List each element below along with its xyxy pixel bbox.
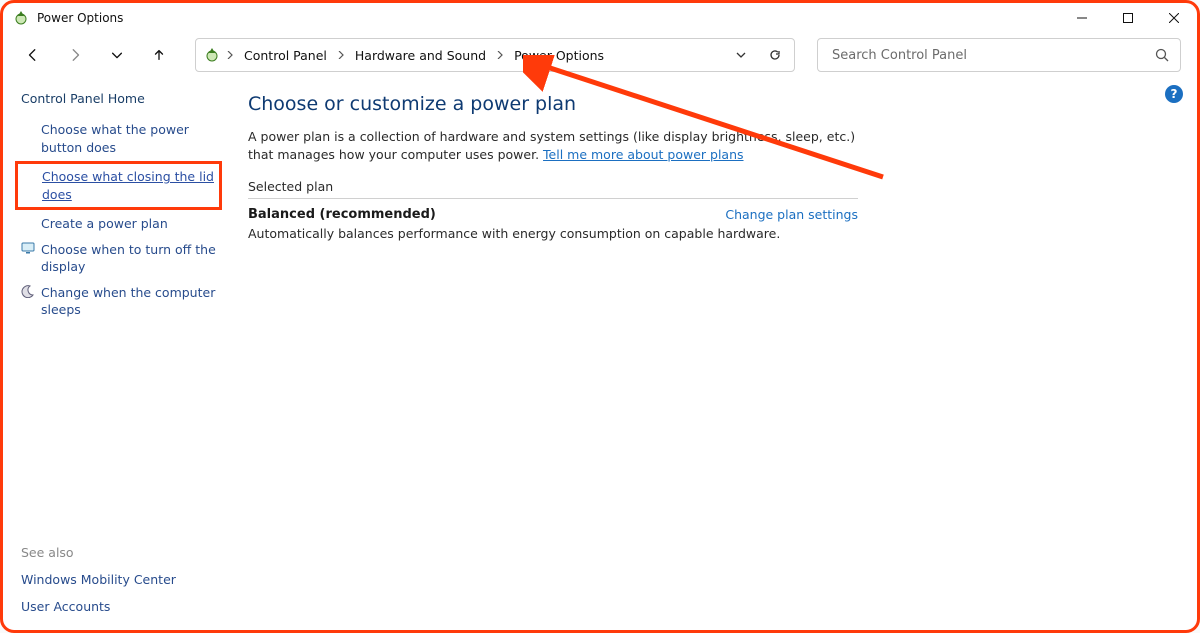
back-button[interactable]: [15, 37, 51, 73]
minimize-button[interactable]: [1059, 3, 1105, 33]
search-input[interactable]: [830, 47, 1154, 64]
breadcrumb-power-options[interactable]: Power Options: [510, 40, 608, 70]
page-heading: Choose or customize a power plan: [248, 93, 1167, 115]
display-icon: [21, 241, 35, 255]
window-title: Power Options: [37, 11, 123, 25]
power-plan: Balanced (recommended) Change plan setti…: [248, 207, 858, 241]
refresh-button[interactable]: [760, 40, 790, 70]
control-panel-home-link[interactable]: Control Panel Home: [19, 81, 222, 118]
breadcrumb-control-panel[interactable]: Control Panel: [240, 40, 331, 70]
sidebar-item-label: Choose what the power button does: [41, 121, 222, 156]
side-pane: Control Panel Home Choose what the power…: [3, 77, 228, 630]
forward-button[interactable]: [57, 37, 93, 73]
window-controls: [1059, 3, 1197, 33]
main-pane: Choose or customize a power plan A power…: [228, 77, 1197, 630]
sidebar-item-create-plan[interactable]: Create a power plan: [19, 212, 222, 236]
sidebar-item-turn-off-display[interactable]: Choose when to turn off the display: [19, 238, 222, 279]
learn-more-link[interactable]: Tell me more about power plans: [543, 147, 743, 162]
search-box[interactable]: [817, 38, 1181, 72]
app-icon: [13, 10, 29, 26]
titlebar: Power Options: [3, 3, 1197, 33]
address-bar[interactable]: Control Panel Hardware and Sound Power O…: [195, 38, 795, 72]
plan-name: Balanced (recommended): [248, 207, 436, 222]
sidebar-item-label: Choose when to turn off the display: [41, 241, 222, 276]
page-description: A power plan is a collection of hardware…: [248, 128, 868, 166]
navigation-toolbar: Control Panel Hardware and Sound Power O…: [3, 33, 1197, 77]
sidebar-item-label: Change when the computer sleeps: [41, 284, 222, 319]
content-area: Control Panel Home Choose what the power…: [3, 77, 1197, 630]
sidebar-item-power-button[interactable]: Choose what the power button does: [19, 118, 222, 159]
see-also-user-accounts[interactable]: User Accounts: [21, 599, 222, 614]
close-button[interactable]: [1151, 3, 1197, 33]
chevron-right-icon[interactable]: [224, 51, 236, 59]
breadcrumb-hardware-and-sound[interactable]: Hardware and Sound: [351, 40, 490, 70]
location-icon: [204, 47, 220, 63]
plan-description: Automatically balances performance with …: [248, 226, 858, 241]
sidebar-item-label: Create a power plan: [41, 215, 168, 233]
bullet-icon: [21, 215, 35, 229]
see-also-mobility-center[interactable]: Windows Mobility Center: [21, 572, 222, 587]
see-also-header: See also: [21, 545, 222, 560]
maximize-button[interactable]: [1105, 3, 1151, 33]
address-dropdown-button[interactable]: [726, 40, 756, 70]
up-button[interactable]: [141, 37, 177, 73]
chevron-right-icon[interactable]: [335, 51, 347, 59]
chevron-right-icon[interactable]: [494, 51, 506, 59]
sidebar-item-closing-lid[interactable]: Choose what closing the lid does: [15, 161, 222, 210]
power-options-window: Power Options Control Panel Hardware: [0, 0, 1200, 633]
search-icon: [1154, 47, 1170, 63]
bullet-icon: [22, 168, 36, 182]
recent-locations-button[interactable]: [99, 37, 135, 73]
moon-icon: [21, 284, 35, 298]
sidebar-item-label: Choose what closing the lid does: [42, 168, 215, 203]
change-plan-settings-link[interactable]: Change plan settings: [725, 207, 858, 222]
selected-plan-header: Selected plan: [248, 179, 858, 199]
sidebar-item-computer-sleeps[interactable]: Change when the computer sleeps: [19, 281, 222, 322]
bullet-icon: [21, 121, 35, 135]
